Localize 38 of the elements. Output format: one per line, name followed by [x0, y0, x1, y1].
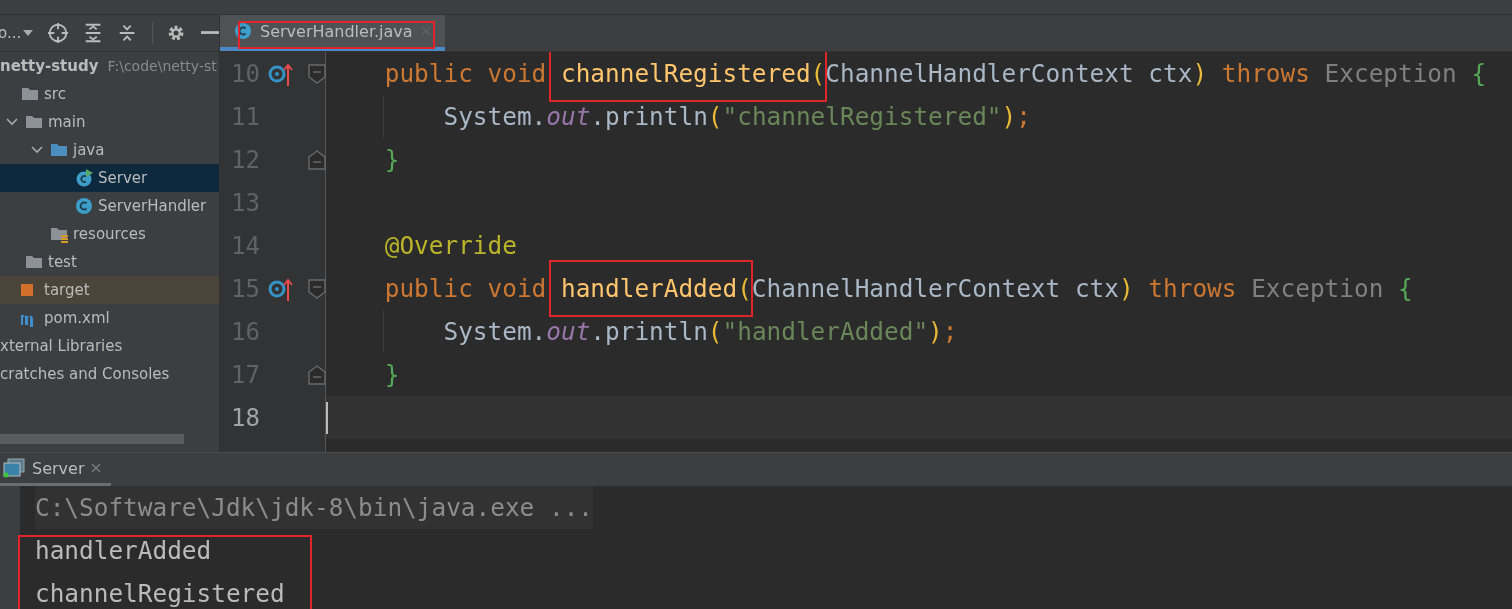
output-line: handlerAdded — [35, 536, 212, 565]
fold-icon[interactable] — [308, 149, 326, 170]
class-icon — [234, 22, 252, 40]
code-line: } — [383, 360, 400, 389]
chevron-down-icon[interactable] — [6, 116, 18, 128]
chevron-down-icon[interactable] — [31, 144, 43, 156]
tree-item[interactable]: xternal Libraries — [0, 332, 219, 360]
fold-icon[interactable] — [308, 63, 326, 84]
tree-item[interactable]: main — [0, 108, 219, 136]
tree-item[interactable]: Server — [0, 164, 219, 192]
class-icon — [75, 197, 93, 215]
code-line: public void handlerAdded(ChannelHandlerContext ctx) throws Exception { — [326, 274, 1413, 303]
minimize-icon[interactable] — [200, 31, 219, 35]
code-line: System.out.println("channelRegistered"); — [442, 102, 1031, 131]
code-line: @Override — [383, 231, 517, 260]
code-line: System.out.println("handlerAdded"); — [442, 317, 958, 346]
tree-item[interactable]: java — [0, 136, 219, 164]
fold-icon[interactable] — [308, 278, 326, 299]
tree-item[interactable]: netty-study F:\code\netty-st — [0, 52, 219, 80]
tree-item[interactable]: target — [0, 276, 219, 304]
code-line: public void channelRegistered(ChannelHandlerContext ctx) throws Exception { — [326, 59, 1487, 88]
scrollbar[interactable] — [0, 434, 184, 444]
console-icon — [3, 458, 25, 478]
tree-item[interactable]: test — [0, 248, 219, 276]
locate-icon[interactable] — [47, 21, 70, 45]
close-icon[interactable] — [91, 463, 102, 473]
tree-item[interactable]: ServerHandler — [0, 192, 219, 220]
caret-icon — [23, 29, 34, 37]
output-line: channelRegistered — [35, 579, 285, 608]
editor-tab[interactable]: ServerHandler.java — [220, 15, 445, 51]
line-number: 18 — [230, 403, 260, 432]
tree-item[interactable]: resources — [0, 220, 219, 248]
tree-item[interactable]: cratches and Consoles — [0, 360, 219, 388]
tree-item[interactable]: src — [0, 80, 219, 108]
class-icon — [75, 169, 93, 187]
tree-item[interactable]: pom.xml — [0, 304, 219, 332]
fold-icon[interactable] — [308, 364, 326, 385]
code-line: } — [383, 145, 400, 174]
